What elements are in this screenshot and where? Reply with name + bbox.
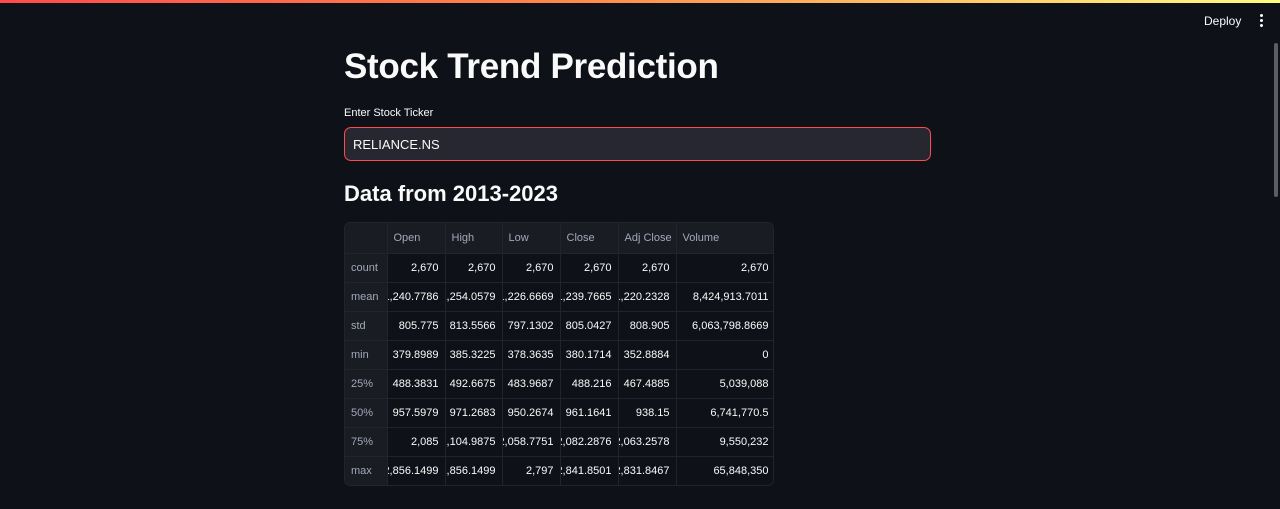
column-header-adj-close[interactable]: Adj Close xyxy=(618,223,677,254)
deploy-button[interactable]: Deploy xyxy=(1196,12,1249,30)
table-row: 50% 957.5979 971.2683 950.2674 961.1641 938.1… xyxy=(345,398,773,428)
table-header-row: Open High Low Close Adj Close Volume xyxy=(345,223,773,254)
app-header: Deploy xyxy=(0,3,1280,43)
table-cell[interactable]: 65,848,350 xyxy=(676,456,773,485)
row-index-cell: mean xyxy=(345,282,388,312)
table-cell[interactable]: 0 xyxy=(676,340,773,370)
row-index-cell: 50% xyxy=(345,398,388,428)
table-cell[interactable]: 488.216 xyxy=(560,369,619,399)
ticker-input-label: Enter Stock Ticker xyxy=(344,107,434,119)
ticker-input[interactable] xyxy=(345,128,930,160)
table-cell[interactable]: 1,239.7665 xyxy=(560,282,619,312)
table-cell[interactable]: 492.6675 xyxy=(445,369,503,399)
table-cell[interactable]: 2,670 xyxy=(445,253,503,283)
table-cell[interactable]: 9,550,232 xyxy=(676,427,773,457)
table-row: 25% 488.3831 492.6675 483.9687 488.216 467.48… xyxy=(345,369,773,399)
table-cell[interactable]: 805.0427 xyxy=(560,311,619,341)
column-header-close[interactable]: Close xyxy=(560,223,619,254)
row-index-cell: 25% xyxy=(345,369,388,399)
row-index-cell: count xyxy=(345,253,388,283)
row-index-cell: min xyxy=(345,340,388,370)
table-cell[interactable]: 379.8989 xyxy=(387,340,446,370)
table-cell[interactable]: 6,741,770.5 xyxy=(676,398,773,428)
table-row: mean 1,240.7786 1,254.0579 1,226.6669 1,239.… xyxy=(345,282,773,312)
table-cell[interactable]: 2,670 xyxy=(502,253,561,283)
column-header-low[interactable]: Low xyxy=(502,223,561,254)
scrollbar-thumb[interactable] xyxy=(1274,43,1278,197)
column-header-open[interactable]: Open xyxy=(387,223,446,254)
row-index-cell: max xyxy=(345,456,388,485)
table-cell[interactable]: 2,797 xyxy=(502,456,561,485)
table-cell[interactable]: 971.2683 xyxy=(445,398,503,428)
table-row: std 805.775 813.5566 797.1302 805.0427 808.90… xyxy=(345,311,773,341)
column-header-high[interactable]: High xyxy=(445,223,503,254)
table-cell[interactable]: 1,220.2328 xyxy=(618,282,677,312)
table-cell[interactable]: 385.3225 xyxy=(445,340,503,370)
column-header-index[interactable] xyxy=(345,223,388,254)
table-cell[interactable]: 352.8884 xyxy=(618,340,677,370)
table-cell[interactable]: 805.775 xyxy=(387,311,446,341)
table-cell[interactable]: 467.4885 xyxy=(618,369,677,399)
table-cell[interactable]: 808.905 xyxy=(618,311,677,341)
table-cell[interactable]: 378.3635 xyxy=(502,340,561,370)
table-row: 75% 2,085 2,104.9875 2,058.7751 2,082.2876 2,… xyxy=(345,427,773,457)
page-title: Stock Trend Prediction xyxy=(344,47,719,86)
table-cell[interactable]: 950.2674 xyxy=(502,398,561,428)
stats-dataframe[interactable]: Open High Low Close Adj Close Volume cou… xyxy=(344,222,774,486)
table-cell[interactable]: 961.1641 xyxy=(560,398,619,428)
table-cell[interactable]: 2,831.8467 xyxy=(618,456,677,485)
table-cell[interactable]: 797.1302 xyxy=(502,311,561,341)
table-cell[interactable]: 1,254.0579 xyxy=(445,282,503,312)
table-cell[interactable]: 813.5566 xyxy=(445,311,503,341)
table-row: max 2,856.1499 2,856.1499 2,797 2,841.8501 2,… xyxy=(345,456,773,485)
row-index-cell: 75% xyxy=(345,427,388,457)
table-cell[interactable]: 938.15 xyxy=(618,398,677,428)
table-cell[interactable]: 2,082.2876 xyxy=(560,427,619,457)
table-cell[interactable]: 2,104.9875 xyxy=(445,427,503,457)
table-row: count 2,670 2,670 2,670 2,670 2,670 2,670 xyxy=(345,253,773,283)
table-cell[interactable]: 2,856.1499 xyxy=(445,456,503,485)
table-cell[interactable]: 6,063,798.8669 xyxy=(676,311,773,341)
table-cell[interactable]: 380.1714 xyxy=(560,340,619,370)
table-cell[interactable]: 2,063.2578 xyxy=(618,427,677,457)
column-header-volume[interactable]: Volume xyxy=(676,223,773,254)
section-heading: Data from 2013-2023 xyxy=(344,181,559,206)
table-cell[interactable]: 2,670 xyxy=(618,253,677,283)
table-cell[interactable]: 8,424,913.7011 xyxy=(676,282,773,312)
table-cell[interactable]: 2,856.1499 xyxy=(387,456,446,485)
table-cell[interactable]: 2,670 xyxy=(676,253,773,283)
table-cell[interactable]: 2,058.7751 xyxy=(502,427,561,457)
stats-table: Open High Low Close Adj Close Volume cou… xyxy=(345,223,773,485)
table-body: count 2,670 2,670 2,670 2,670 2,670 2,670 mean 1… xyxy=(345,253,773,485)
table-cell[interactable]: 5,039,088 xyxy=(676,369,773,399)
table-cell[interactable]: 1,240.7786 xyxy=(387,282,446,312)
table-row: min 379.8989 385.3225 378.3635 380.1714 352.8… xyxy=(345,340,773,370)
table-cell[interactable]: 957.5979 xyxy=(387,398,446,428)
row-index-cell: std xyxy=(345,311,388,341)
table-cell[interactable]: 483.9687 xyxy=(502,369,561,399)
table-cell[interactable]: 2,670 xyxy=(387,253,446,283)
table-cell[interactable]: 2,085 xyxy=(387,427,446,457)
scrollbar[interactable] xyxy=(1272,3,1280,509)
table-cell[interactable]: 1,226.6669 xyxy=(502,282,561,312)
table-cell[interactable]: 2,841.8501 xyxy=(560,456,619,485)
table-cell[interactable]: 488.3831 xyxy=(387,369,446,399)
ticker-input-container[interactable] xyxy=(344,127,931,161)
kebab-menu-icon[interactable] xyxy=(1255,13,1267,29)
table-cell[interactable]: 2,670 xyxy=(560,253,619,283)
